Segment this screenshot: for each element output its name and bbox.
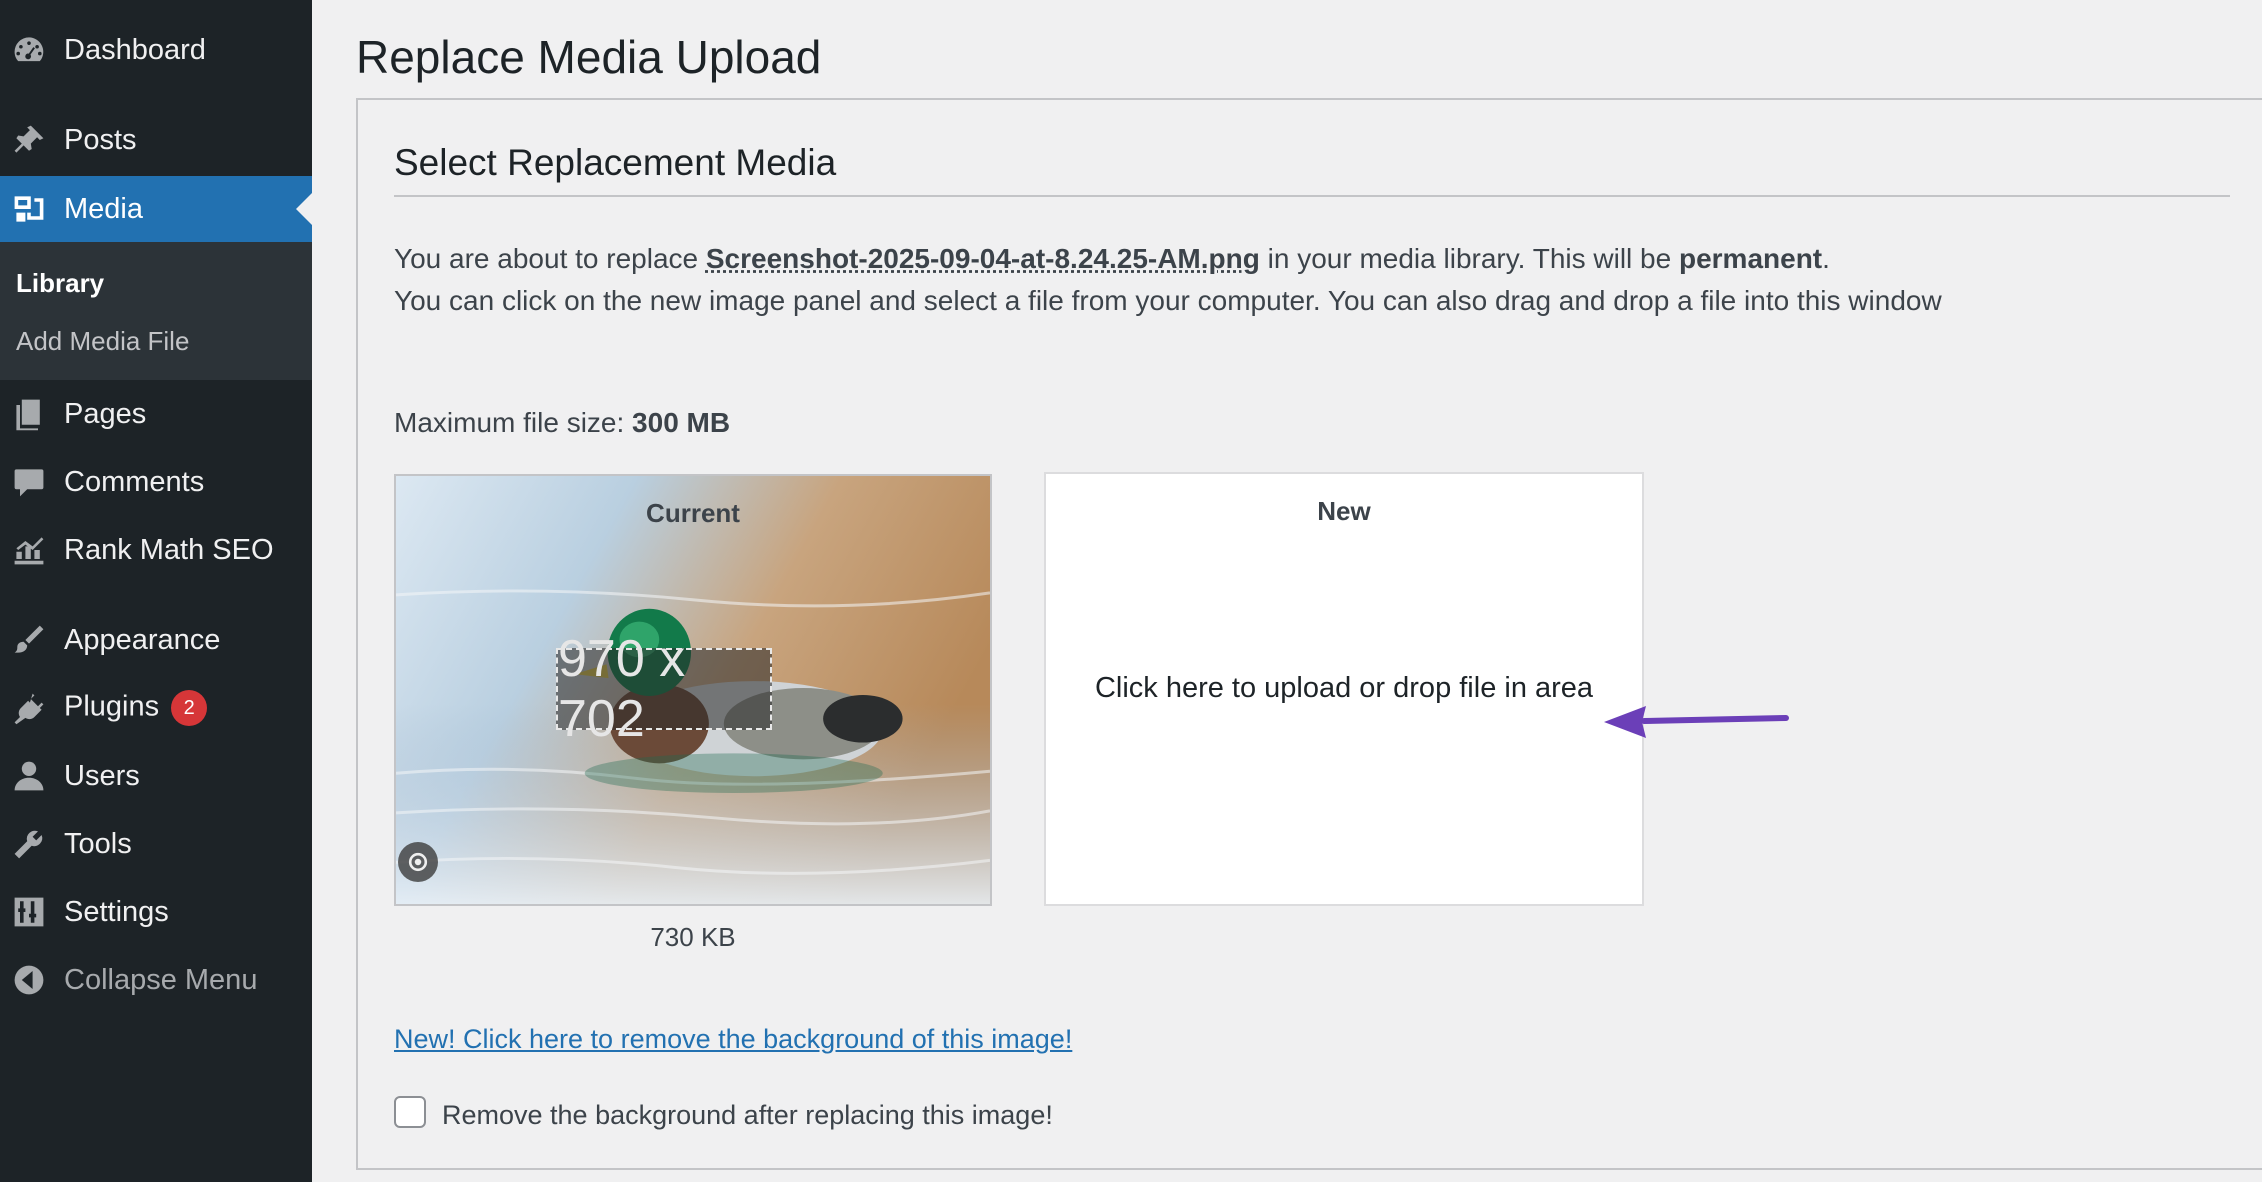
menu-label: Dashboard (64, 33, 206, 66)
menu-rank-math-seo[interactable]: Rank Math SEO (0, 518, 312, 582)
intro-line2: You can click on the new image panel and… (394, 285, 1942, 316)
wrench-icon (10, 825, 48, 863)
remove-background-label[interactable]: Remove the background after replacing th… (442, 1100, 1053, 1131)
user-icon (10, 757, 48, 795)
settings-icon (10, 893, 48, 931)
menu-plugins[interactable]: Plugins 2 (0, 676, 312, 740)
remove-background-checkbox[interactable] (394, 1096, 426, 1128)
menu-dashboard[interactable]: Dashboard (0, 18, 312, 82)
current-file-size: 730 KB (650, 922, 736, 952)
menu-label: Comments (64, 465, 205, 498)
image-dimensions: 970 x 702 (556, 630, 772, 748)
new-image-dropzone[interactable]: New Click here to upload or drop file in… (1044, 472, 1644, 906)
rankmath-icon (10, 531, 48, 569)
remove-background-link[interactable]: New! Click here to remove the background… (394, 1024, 1072, 1055)
max-size-label: Maximum file size: (394, 407, 633, 438)
media-submenu: Library Add Media File (0, 242, 312, 380)
plugins-label: Plugins (64, 690, 160, 723)
intro-text: You are about to replace Screenshot-2025… (394, 238, 1954, 322)
menu-label: Plugins 2 (64, 690, 208, 726)
current-label: Current (646, 498, 740, 528)
pages-icon (10, 395, 48, 433)
plugins-update-badge: 2 (171, 690, 208, 726)
menu-label: Rank Math SEO (64, 533, 274, 566)
section-divider (394, 195, 2230, 197)
menu-label: Pages (64, 397, 147, 430)
dashboard-icon (10, 31, 48, 69)
current-filename: Screenshot-2025-09-04-at-8.24.25-AM.png (705, 243, 1260, 274)
intro-emphasis: permanent (1678, 243, 1823, 274)
menu-comments[interactable]: Comments (0, 450, 312, 514)
menu-tools[interactable]: Tools (0, 812, 312, 876)
brush-icon (10, 621, 48, 659)
menu-label: Posts (64, 123, 137, 156)
media-icon (10, 190, 48, 228)
camera-icon[interactable] (398, 842, 438, 882)
menu-label: Settings (64, 895, 169, 928)
left-arrow-annotation (1604, 706, 1789, 738)
plug-icon (10, 689, 48, 727)
current-image-panel: Current 970 x 702 (394, 474, 992, 906)
section-title: Select Replacement Media (394, 142, 837, 183)
intro-end: . (1822, 243, 1830, 274)
current-menu-pointer (296, 193, 312, 225)
menu-label: Appearance (64, 623, 221, 656)
menu-users[interactable]: Users (0, 744, 312, 808)
collapse-icon (10, 961, 48, 999)
menu-label: Tools (64, 827, 132, 860)
menu-media[interactable]: Media (0, 176, 312, 242)
comment-icon (10, 463, 48, 501)
intro-prefix: You are about to replace (394, 243, 706, 274)
new-label: New (1317, 496, 1371, 526)
menu-label: Collapse Menu (64, 963, 258, 996)
menu-label: Media (64, 192, 143, 225)
submenu-library[interactable]: Library (16, 268, 104, 299)
menu-pages[interactable]: Pages (0, 382, 312, 446)
menu-collapse[interactable]: Collapse Menu (0, 948, 312, 1012)
menu-posts[interactable]: Posts (0, 108, 312, 172)
max-file-size: Maximum file size: 300 MB (394, 402, 1954, 444)
submenu-add-media-file[interactable]: Add Media File (16, 326, 189, 357)
menu-appearance[interactable]: Appearance (0, 608, 312, 672)
max-size-value: 300 MB (632, 407, 731, 438)
intro-middle: in your media library. This will be (1259, 243, 1679, 274)
admin-sidebar: Dashboard Posts Media Library Add Media … (0, 0, 312, 1182)
menu-label: Users (64, 759, 140, 792)
pin-icon (10, 121, 48, 159)
page-title: Replace Media Upload (356, 31, 822, 83)
menu-settings[interactable]: Settings (0, 880, 312, 944)
upload-hint: Click here to upload or drop file in are… (1094, 672, 1594, 704)
